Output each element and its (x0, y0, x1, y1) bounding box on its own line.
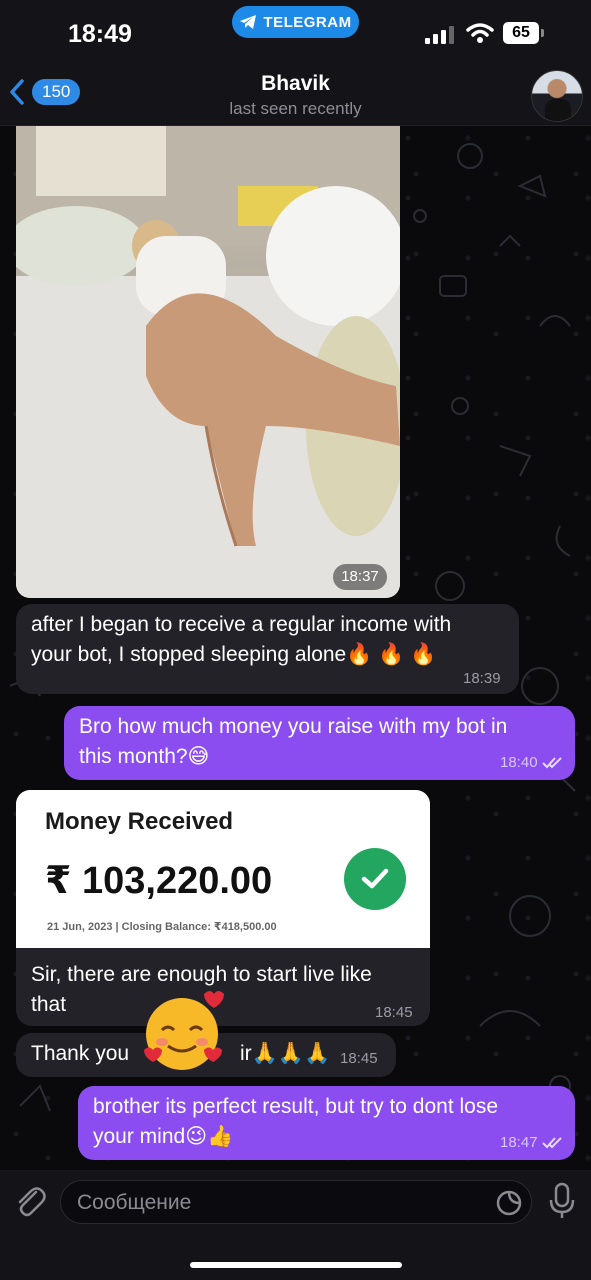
card-title: Money Received (45, 808, 234, 835)
message-line: after I began to receive a regular incom… (31, 613, 452, 636)
message-time: 18:40 (500, 754, 538, 771)
message-time: 18:37 (333, 564, 387, 590)
card-amount: ₹ 103,220.00 (45, 860, 273, 902)
check-icon (361, 868, 389, 889)
message-time: 18:45 (375, 1004, 413, 1021)
message-line: this month?😅 (79, 745, 210, 768)
home-indicator[interactable] (190, 1262, 402, 1268)
paperclip-icon[interactable] (14, 1184, 46, 1218)
message-line: Bro how much money you raise with my bot… (79, 715, 508, 738)
photo-image (16, 126, 400, 598)
message-line: your bot, I stopped sleeping alone🔥 🔥 🔥 (31, 643, 437, 666)
message-line: your mind😉👍 (93, 1125, 234, 1148)
incoming-message[interactable]: after I began to receive a regular incom… (16, 604, 519, 694)
status-time: 18:49 (68, 20, 132, 48)
microphone-icon[interactable] (548, 1182, 576, 1220)
card-footer: 21 Jun, 2023 | Closing Balance: ₹418,500… (47, 921, 277, 933)
signal-icon (425, 26, 454, 44)
message-input-placeholder: Сообщение (77, 1191, 192, 1214)
smiling-face-hearts-sticker[interactable] (138, 988, 230, 1076)
wifi-icon (466, 23, 494, 43)
sticker-icon[interactable] (495, 1189, 523, 1217)
telegram-pill[interactable]: TELEGRAM (232, 6, 359, 38)
check-circle (344, 848, 406, 910)
photo-message[interactable] (16, 126, 400, 598)
contact-name[interactable]: Bhavik (0, 72, 591, 96)
message-line: that (31, 993, 67, 1016)
chat-header: 150 Bhavik last seen recently (0, 60, 591, 126)
message-input[interactable]: Сообщение (60, 1180, 532, 1224)
telegram-icon (240, 15, 257, 29)
money-received-card[interactable]: Money Received ₹ 103,220.00 21 Jun, 2023… (16, 790, 430, 948)
battery-tip (541, 29, 544, 37)
avatar[interactable] (531, 70, 583, 122)
message-time: 18:47 (500, 1134, 538, 1151)
contact-status: last seen recently (229, 99, 362, 118)
outgoing-message[interactable]: Bro how much money you raise with my bot… (64, 706, 575, 780)
message-line: brother its perfect result, but try to d… (93, 1095, 499, 1118)
double-check-icon (542, 757, 562, 769)
message-time: 18:39 (463, 670, 501, 687)
message-text: Thank you (31, 1042, 130, 1065)
message-line: Sir, there are enough to start live like (31, 963, 372, 986)
message-time: 18:45 (340, 1050, 378, 1067)
double-check-icon (542, 1137, 562, 1149)
battery-level: 65 (503, 22, 539, 44)
outgoing-message[interactable]: brother its perfect result, but try to d… (78, 1086, 575, 1160)
avatar-figure (545, 99, 571, 121)
status-bar: 18:49 TELEGRAM 65 (0, 0, 591, 60)
telegram-pill-label: TELEGRAM (263, 13, 352, 31)
message-text: ir🙏🙏🙏 (240, 1042, 331, 1065)
